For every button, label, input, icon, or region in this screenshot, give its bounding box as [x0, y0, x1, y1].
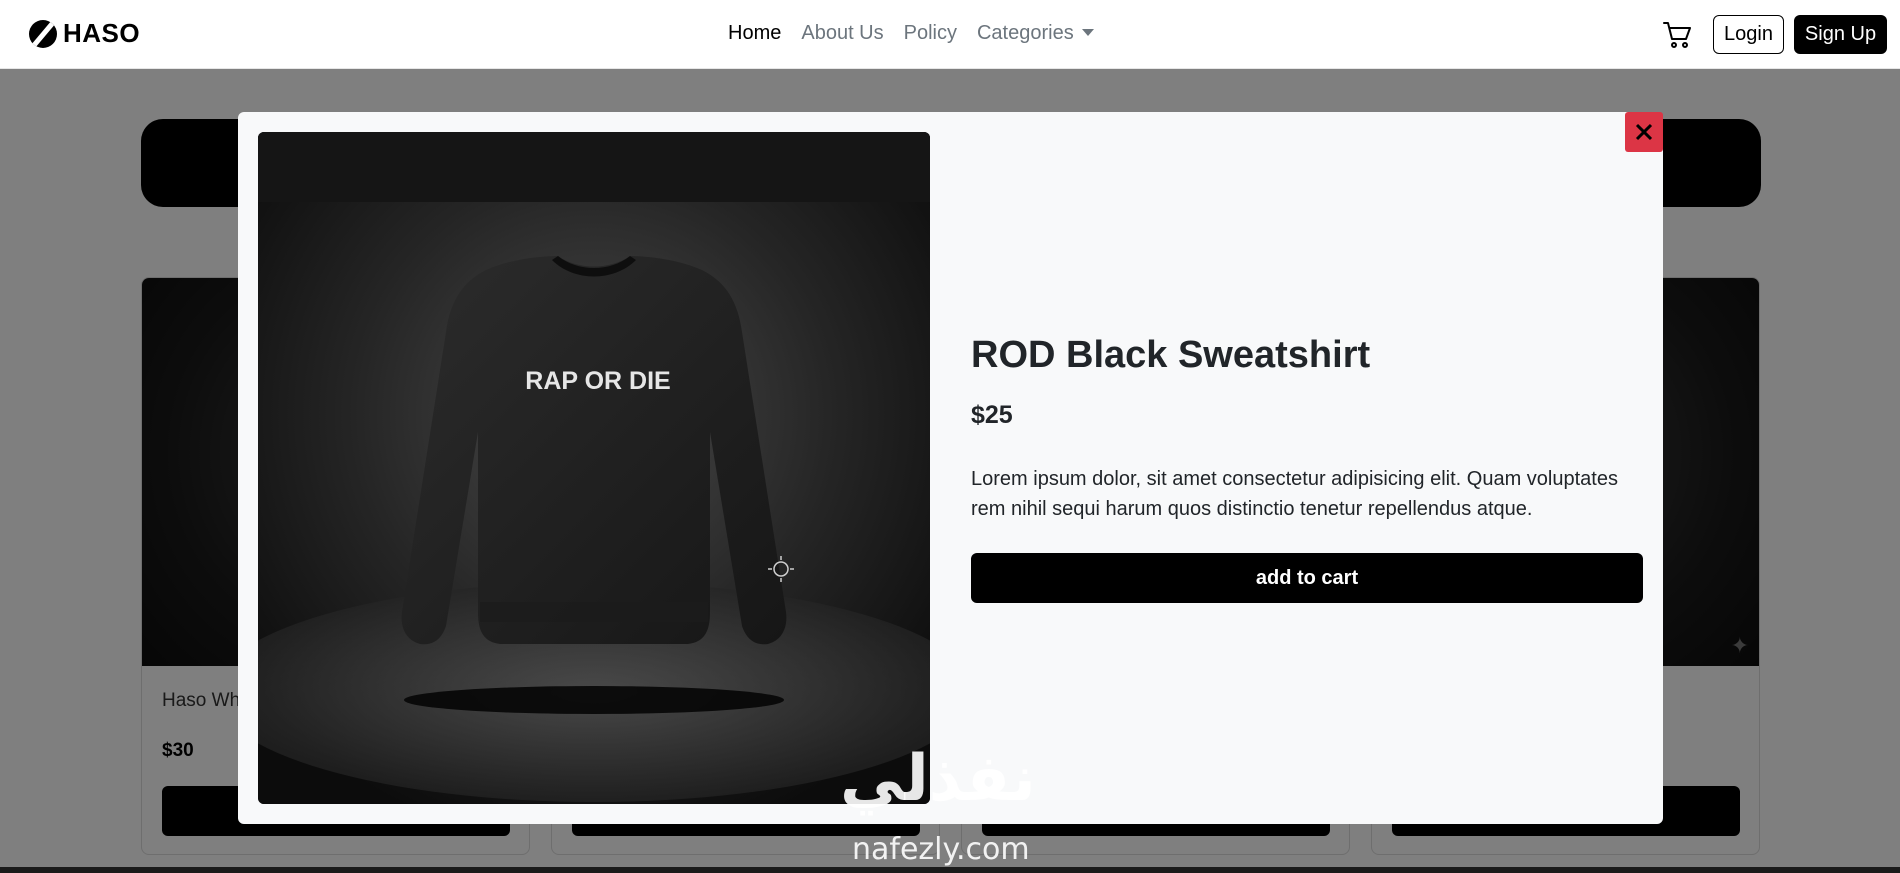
nav-links: Home About Us Policy Categories — [728, 22, 1094, 45]
brand[interactable]: HASO — [29, 18, 140, 49]
watermark-arabic: نفذلي — [840, 742, 1036, 816]
nav-link-about-us[interactable]: About Us — [801, 22, 883, 45]
sweatshirt-print-text: RAP OR DIE — [525, 367, 670, 395]
signup-button[interactable]: Sign Up — [1794, 15, 1887, 54]
product-price: $25 — [971, 401, 1013, 429]
nav-link-categories[interactable]: Categories — [977, 22, 1094, 45]
brand-logo-icon — [29, 19, 57, 48]
add-to-cart-button[interactable]: add to cart — [971, 553, 1643, 603]
nav-link-home[interactable]: Home — [728, 22, 781, 45]
product-modal-image: RAP OR DIE — [258, 132, 930, 804]
sweatshirt-image: RAP OR DIE — [258, 132, 930, 804]
watermark-latin: nafezly.com — [852, 832, 1030, 867]
login-button[interactable]: Login — [1713, 15, 1784, 54]
close-button[interactable] — [1625, 112, 1663, 152]
product-title: ROD Black Sweatshirt — [971, 334, 1371, 376]
brand-name: HASO — [63, 18, 141, 48]
nav-link-categories-label: Categories — [976, 22, 1074, 44]
product-modal: RAP OR DIE ROD Black Sweatshirt $25 Lore… — [238, 112, 1663, 824]
close-icon — [1635, 123, 1653, 141]
cart-icon[interactable] — [1662, 19, 1694, 51]
navbar: HASO Home About Us Policy Categories Log… — [0, 0, 1900, 69]
footer-strip — [0, 867, 1900, 873]
product-description: Lorem ipsum dolor, sit amet consectetur … — [971, 468, 1618, 520]
caret-down-icon — [1081, 28, 1094, 36]
nav-link-policy[interactable]: Policy — [904, 22, 957, 45]
